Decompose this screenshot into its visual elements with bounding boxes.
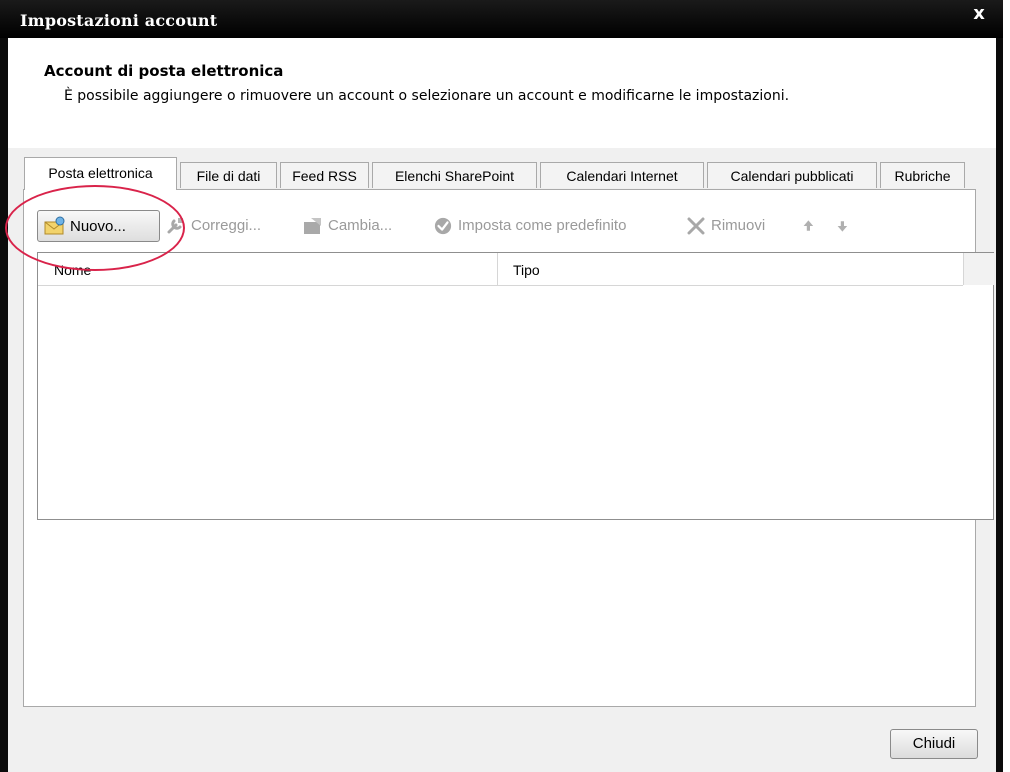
change-icon <box>304 218 321 234</box>
column-header-nome[interactable]: Nome <box>38 253 498 285</box>
envelope-icon <box>44 216 65 235</box>
account-list[interactable]: Nome Tipo <box>37 252 994 520</box>
x-icon <box>687 217 705 235</box>
wrench-icon <box>167 218 183 234</box>
move-up-button[interactable] <box>802 212 823 240</box>
close-window-button[interactable]: x <box>955 0 1003 30</box>
repair-button[interactable]: Correggi... <box>166 212 261 240</box>
window-title: Impostazioni account <box>20 11 218 30</box>
column-header-tipo[interactable]: Tipo <box>499 253 963 285</box>
change-button[interactable]: Cambia... <box>303 212 392 240</box>
arrow-up-icon <box>803 220 814 231</box>
tab-calendari-pubblicati[interactable]: Calendari pubblicati <box>707 162 877 188</box>
title-bar[interactable]: Impostazioni account x <box>0 0 1003 38</box>
set-default-button[interactable]: Imposta come predefinito <box>433 212 626 240</box>
close-button[interactable]: Chiudi <box>890 729 978 759</box>
tab-file-di-dati[interactable]: File di dati <box>180 162 277 188</box>
tab-rubriche[interactable]: Rubriche <box>880 162 965 188</box>
window-right-border <box>996 38 1003 772</box>
section-title: Account di posta elettronica <box>44 62 284 80</box>
change-label: Cambia... <box>328 217 393 234</box>
remove-button[interactable]: Rimuovi <box>686 212 765 240</box>
new-account-label: Nuovo... <box>70 217 126 235</box>
tab-calendari-internet[interactable]: Calendari Internet <box>540 162 704 188</box>
checkmark-icon <box>434 217 452 235</box>
list-header-filler <box>963 253 994 285</box>
account-settings-dialog: Impostazioni account x Account di posta … <box>0 0 1010 772</box>
set-default-label: Imposta come predefinito <box>458 217 627 234</box>
list-header: Nome Tipo <box>38 253 963 286</box>
section-description: È possibile aggiungere o rimuovere un ac… <box>64 88 790 104</box>
tab-posta-elettronica[interactable]: Posta elettronica <box>24 157 177 190</box>
repair-label: Correggi... <box>191 217 262 234</box>
tab-elenchi-sharepoint[interactable]: Elenchi SharePoint <box>372 162 537 188</box>
new-account-button[interactable]: Nuovo... <box>37 210 160 242</box>
move-down-button[interactable] <box>836 212 857 240</box>
window-left-border <box>0 38 8 772</box>
remove-label: Rimuovi <box>711 217 766 234</box>
arrow-down-icon <box>837 221 848 232</box>
tab-feed-rss[interactable]: Feed RSS <box>280 162 369 188</box>
